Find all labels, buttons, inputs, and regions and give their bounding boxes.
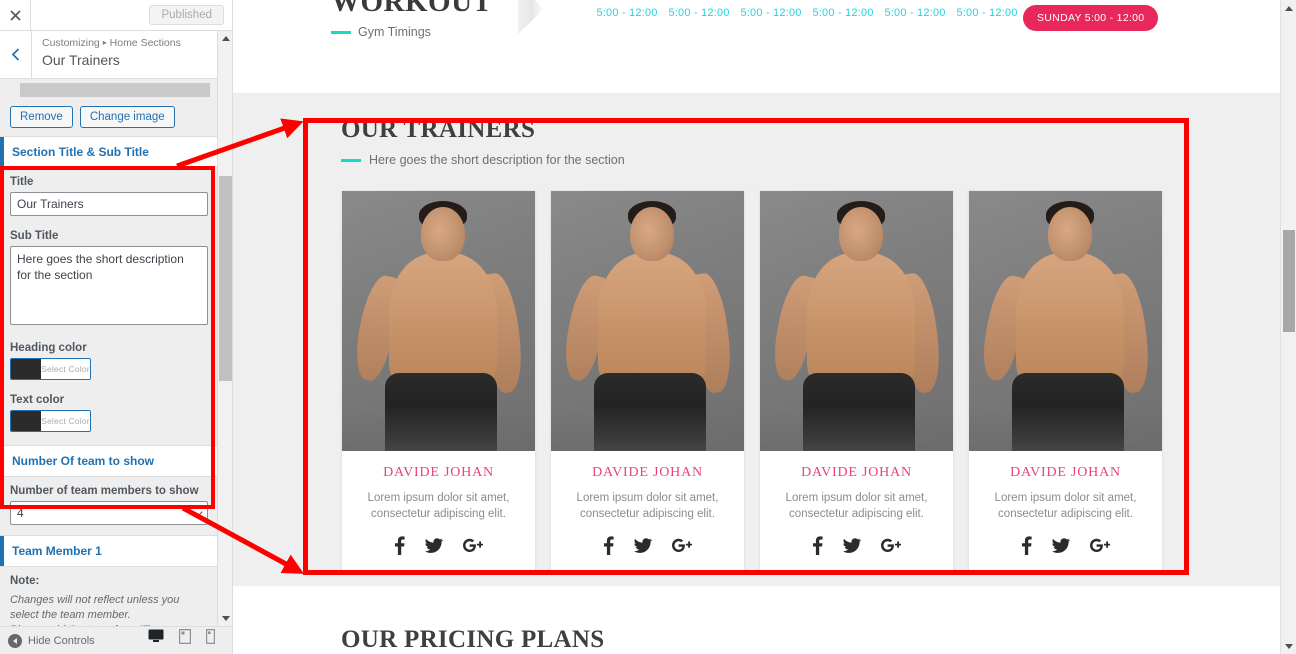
customizer-screen: Published Customizing ▸ Home Sections Ou… [0, 0, 1296, 654]
annotation-arrows [176, 118, 305, 574]
